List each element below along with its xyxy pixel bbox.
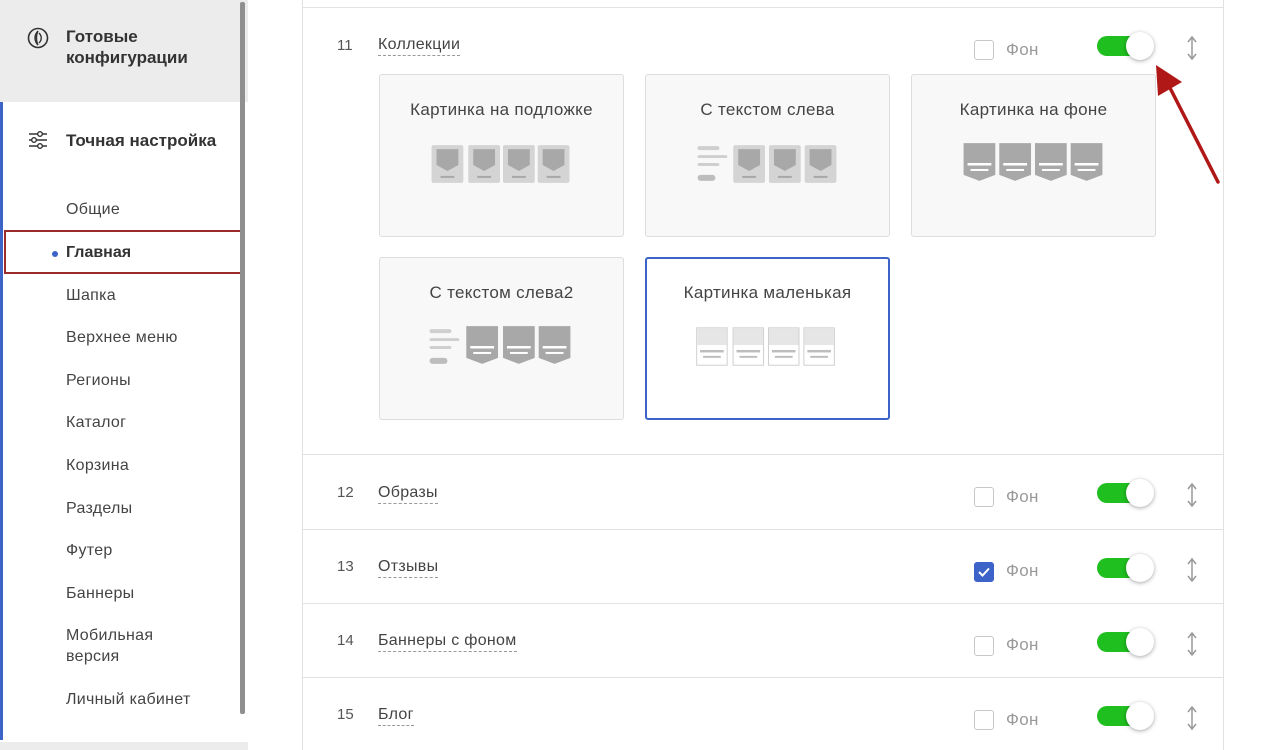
- template-card[interactable]: Картинка на фоне: [911, 74, 1156, 237]
- template-preview-small-image: [696, 327, 835, 366]
- block-toggle[interactable]: [1097, 32, 1155, 60]
- block-toggle[interactable]: [1097, 554, 1155, 582]
- ready-configs-title: Готовые конфигурации: [66, 27, 188, 67]
- drag-handle-icon[interactable]: [1185, 35, 1199, 61]
- block-toggle[interactable]: [1097, 702, 1155, 730]
- block-row: 11 Коллекции Фон Картинка на подложке С …: [303, 7, 1223, 454]
- block-name[interactable]: Коллекции: [378, 35, 461, 56]
- background-label: Фон: [1006, 40, 1039, 59]
- nav-item-sections[interactable]: Разделы: [66, 498, 132, 519]
- block-number: 11: [337, 37, 353, 54]
- drag-handle-icon[interactable]: [1185, 631, 1199, 657]
- block-row: 12 Образы Фон: [303, 454, 1223, 529]
- template-title: С текстом слева: [700, 100, 835, 119]
- background-checkbox[interactable]: [974, 40, 994, 60]
- nav-item-main-label: Главная: [66, 244, 132, 261]
- template-preview-text-left-2: [429, 326, 571, 364]
- block-name[interactable]: Отзывы: [378, 557, 439, 578]
- template-preview-text-left: [697, 145, 837, 183]
- nav-item-cart[interactable]: Корзина: [66, 455, 129, 476]
- template-title: Картинка на подложке: [410, 100, 593, 119]
- nav-item-account[interactable]: Личный кабинет: [66, 689, 191, 710]
- nav-item-main[interactable]: Главная: [4, 230, 242, 274]
- template-title: С текстом слева2: [429, 283, 574, 302]
- template-card-selected[interactable]: Картинка маленькая: [645, 257, 890, 420]
- background-label: Фон: [1006, 710, 1039, 729]
- template-title: Картинка на фоне: [959, 100, 1108, 119]
- block-number: 13: [337, 558, 354, 575]
- background-checkbox[interactable]: [974, 636, 994, 656]
- block-toggle[interactable]: [1097, 479, 1155, 507]
- nav-item-catalog[interactable]: Каталог: [66, 412, 126, 433]
- blocks-panel: 11 Коллекции Фон Картинка на подложке С …: [302, 0, 1224, 750]
- template-card[interactable]: С текстом слева: [645, 74, 890, 237]
- sliders-icon: [29, 131, 47, 149]
- ready-configs-section[interactable]: Готовые конфигурации: [0, 0, 248, 102]
- nav-item-footer[interactable]: Футер: [66, 540, 113, 561]
- template-preview-image-on-background: [963, 143, 1103, 181]
- sidebar-scrollbar[interactable]: [240, 2, 245, 714]
- drag-handle-icon[interactable]: [1185, 705, 1199, 731]
- block-number: 14: [337, 632, 354, 649]
- background-checkbox[interactable]: [974, 487, 994, 507]
- palette-icon: [27, 27, 49, 49]
- active-dot: [52, 251, 58, 257]
- drag-handle-icon[interactable]: [1185, 557, 1199, 583]
- template-card[interactable]: Картинка на подложке: [379, 74, 624, 237]
- block-name[interactable]: Баннеры с фоном: [378, 631, 517, 652]
- checkmark-icon: [978, 567, 990, 577]
- background-label: Фон: [1006, 561, 1039, 580]
- nav-item-header[interactable]: Шапка: [66, 285, 116, 306]
- nav-item-general[interactable]: Общие: [66, 199, 120, 220]
- block-row: 15 Блог Фон: [303, 677, 1223, 750]
- nav-item-regions[interactable]: Регионы: [66, 370, 131, 391]
- background-label: Фон: [1006, 487, 1039, 506]
- annotation-arrow-icon: [1156, 65, 1220, 184]
- block-number: 15: [337, 706, 354, 723]
- template-card[interactable]: С текстом слева2: [379, 257, 624, 420]
- block-toggle[interactable]: [1097, 628, 1155, 656]
- block-number: 12: [337, 484, 354, 501]
- nav-item-mobile[interactable]: Мобильная версия: [66, 625, 196, 667]
- block-name[interactable]: Образы: [378, 483, 438, 504]
- template-title: Картинка маленькая: [683, 283, 852, 302]
- nav-item-banners[interactable]: Баннеры: [66, 583, 134, 604]
- template-preview-image-on-substrate: [431, 145, 570, 183]
- drag-handle-icon[interactable]: [1185, 482, 1199, 508]
- sidebar: Готовые конфигурации Точная настройка Об…: [0, 0, 248, 750]
- background-checkbox[interactable]: [974, 562, 994, 582]
- block-name[interactable]: Блог: [378, 705, 414, 726]
- sidebar-next-section: [0, 742, 248, 750]
- background-checkbox[interactable]: [974, 710, 994, 730]
- block-row: 13 Отзывы Фон: [303, 529, 1223, 603]
- nav-item-top-menu[interactable]: Верхнее меню: [66, 327, 178, 348]
- background-label: Фон: [1006, 635, 1039, 654]
- block-row: 14 Баннеры с фоном Фон: [303, 603, 1223, 677]
- fine-settings-title: Точная настройка: [66, 131, 217, 150]
